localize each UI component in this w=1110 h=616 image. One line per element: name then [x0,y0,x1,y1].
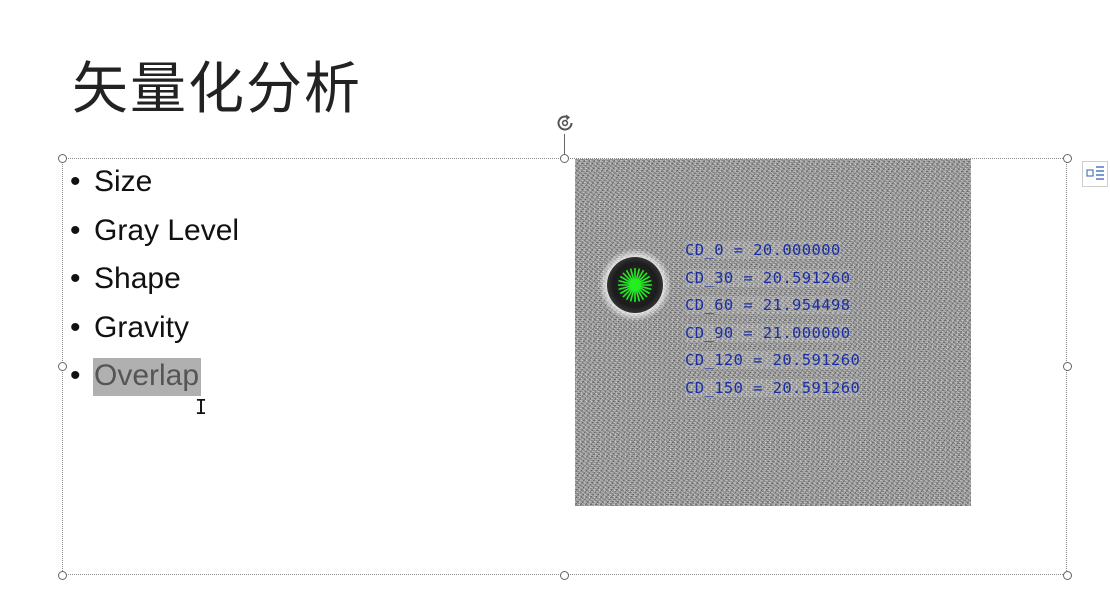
bullet-dot: • [70,310,81,344]
text-cursor-ibeam-icon: I [195,395,208,419]
bullet-text[interactable]: Gravity [93,311,190,344]
diameter-readings: CD_0 = 20.000000 CD_30 = 20.591260 CD_60… [685,237,861,403]
bullet-dot: • [70,165,81,198]
resize-handle-bottom-left[interactable] [58,571,67,580]
bullet-list[interactable]: • Size • Gray Level • Shape • Gravity • Overl… [70,161,240,404]
reading-line: CD_90 = 21.000000 [685,323,851,342]
reading-line: CD_150 = 20.591260 [685,378,861,397]
bullet-dot: • [70,359,81,393]
bullet-text[interactable]: Shape [93,262,182,295]
resize-handle-middle-left[interactable] [58,362,67,371]
bullet-text-selected[interactable]: Overlap [93,358,202,397]
bullet-dot: • [70,213,81,247]
reading-line: CD_60 = 21.954498 [685,296,851,315]
resize-handle-top-left[interactable] [58,154,67,163]
bullet-item-size[interactable]: • Size [70,161,240,210]
bullet-item-shape[interactable]: • Shape [70,258,240,307]
reading-line: CD_120 = 20.591260 [685,351,861,370]
reading-line: CD_0 = 20.000000 [685,241,841,259]
bullet-item-overlap[interactable]: • Overlap [70,355,240,404]
resize-handle-top-center[interactable] [560,154,569,163]
resize-handle-bottom-center[interactable] [560,571,569,580]
bullet-text[interactable]: Gray Level [93,214,240,247]
particle-diameter-markers-icon [618,268,652,302]
bullet-text[interactable]: Size [93,165,153,198]
bullet-item-gray-level[interactable]: • Gray Level [70,210,240,259]
resize-handle-middle-right[interactable] [1063,362,1072,371]
bullet-item-gravity[interactable]: • Gravity [70,307,240,356]
slide-title[interactable]: 矢量化分析 [72,44,362,125]
resize-handle-top-right[interactable] [1063,154,1072,163]
layout-options-icon[interactable] [1082,161,1108,187]
bullet-dot: • [70,262,81,296]
reading-line: CD_30 = 20.591260 [685,268,851,287]
resize-handle-bottom-right[interactable] [1063,571,1072,580]
particle [607,257,663,313]
rotate-handle-icon[interactable] [553,111,577,135]
particle-analysis-image[interactable]: CD_0 = 20.000000 CD_30 = 20.591260 CD_60… [575,159,971,506]
